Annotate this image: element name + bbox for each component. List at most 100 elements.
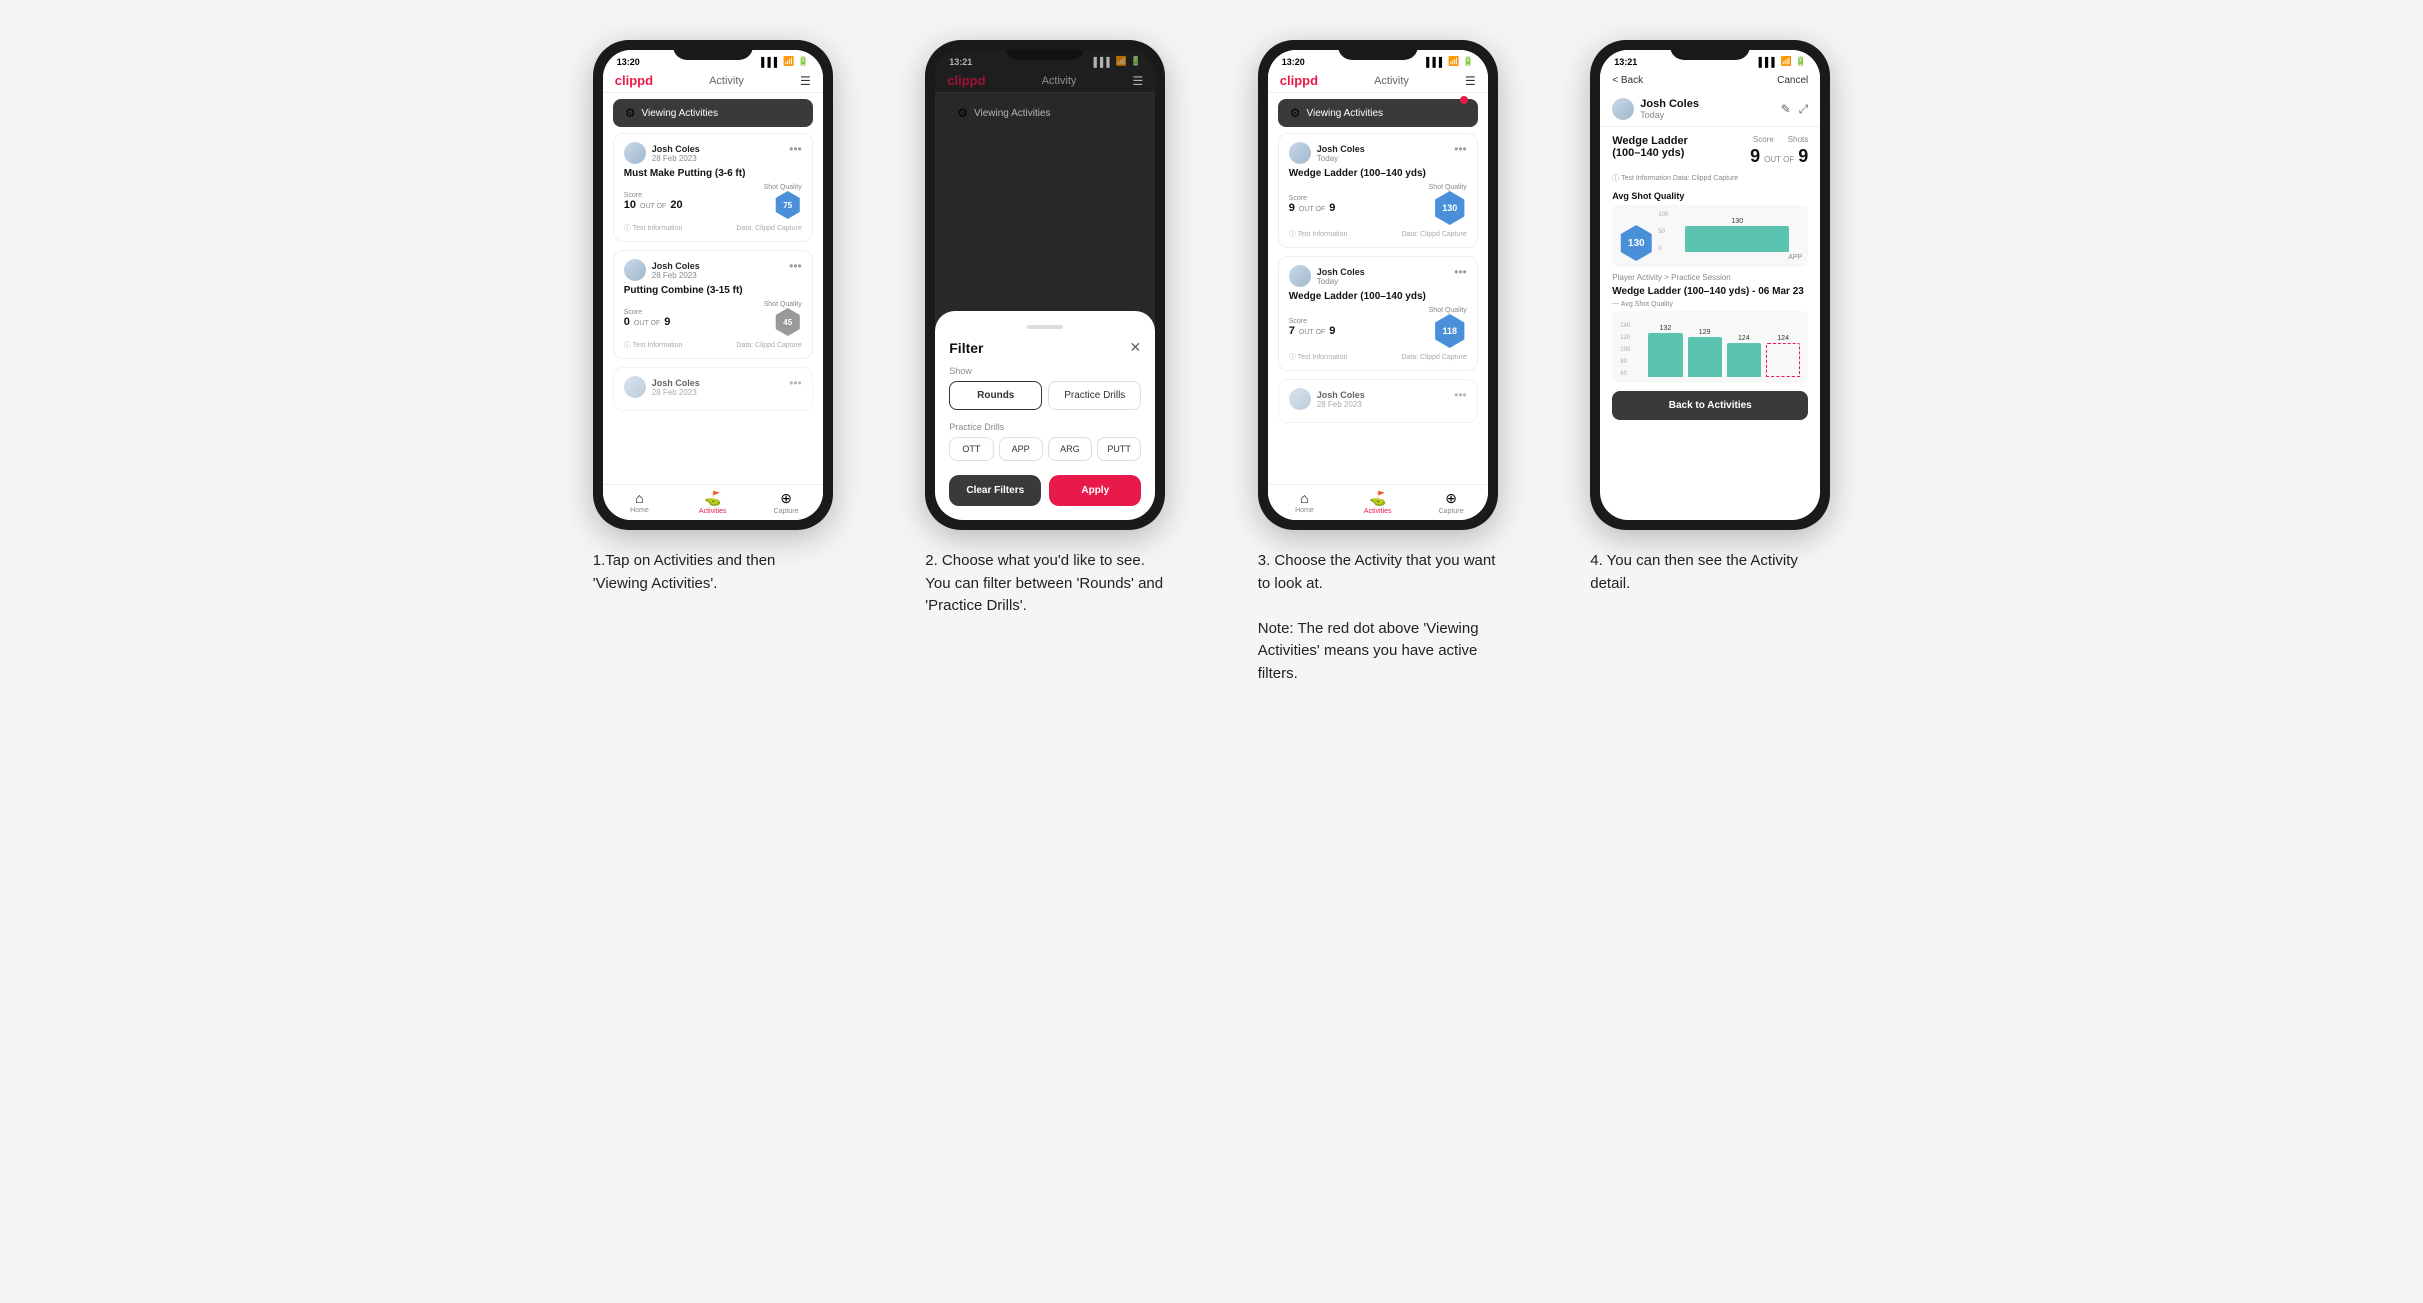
detail-user-name-4: Josh Coles bbox=[1640, 98, 1699, 110]
stats-row-1-2: Score 0 OUT OF 9 Shot Quality 45 bbox=[624, 301, 802, 336]
card-dots-1-2[interactable]: ••• bbox=[789, 259, 802, 273]
footer-right-1-1: Data: Clippd Capture bbox=[736, 225, 801, 232]
chart-x-label-4: APP bbox=[1658, 254, 1802, 261]
nav-activities-3[interactable]: ⛳ Activities bbox=[1341, 485, 1414, 520]
apply-btn-2[interactable]: Apply bbox=[1049, 475, 1141, 506]
test-info-4: ⓘ Test Information Data: Clippd Capture bbox=[1612, 173, 1808, 183]
capture-label-1: Capture bbox=[774, 508, 799, 515]
cancel-btn-4[interactable]: Cancel bbox=[1777, 75, 1808, 86]
phone-column-1: 13:20 ▌▌▌ 📶 🔋 clippd Activity ☰ ⚙ Vi bbox=[562, 40, 865, 595]
activity-card-1-2[interactable]: Josh Coles 28 Feb 2023 ••• Putting Combi… bbox=[613, 250, 813, 359]
clear-filters-btn-2[interactable]: Clear Filters bbox=[949, 475, 1041, 506]
stat-score-1-1: Score 10 OUT OF 20 bbox=[624, 192, 683, 211]
modal-handle-2 bbox=[1027, 325, 1063, 329]
app-header-1: clippd Activity ☰ bbox=[603, 69, 823, 93]
bar-group-4-3: 124 bbox=[1727, 335, 1761, 377]
signal-3: ▌▌▌ bbox=[1426, 57, 1445, 67]
phone-screen-2: 13:21 ▌▌▌ 📶 🔋 clippd Activity ☰ ⚙ Vi bbox=[935, 50, 1155, 520]
card-dots-1-3[interactable]: ••• bbox=[789, 376, 802, 390]
time-3: 13:20 bbox=[1282, 57, 1305, 67]
activity-card-1-3[interactable]: Josh Coles 28 Feb 2023 ••• bbox=[613, 367, 813, 411]
footer-right-1-2: Data: Clippd Capture bbox=[736, 342, 801, 349]
viewing-bar-text-3: Viewing Activities bbox=[1307, 108, 1384, 119]
user-name-1-1: Josh Coles bbox=[652, 144, 700, 154]
avatar-1-3 bbox=[624, 376, 646, 398]
nav-home-3[interactable]: ⌂ Home bbox=[1268, 485, 1341, 520]
score-row-1-2: 0 OUT OF 9 bbox=[624, 316, 671, 328]
drill-ott-2[interactable]: OTT bbox=[949, 437, 993, 461]
close-btn-2[interactable]: ✕ bbox=[1130, 339, 1142, 356]
card-footer-1-1: ⓘ Test Information Data: Clippd Capture bbox=[624, 223, 802, 233]
activity-card-3-1[interactable]: Josh Coles Today ••• Wedge Ladder (100–1… bbox=[1278, 133, 1478, 248]
detail-shots-4: 9 bbox=[1798, 146, 1808, 167]
detail-actions-4: ✎ ⤢ bbox=[1781, 102, 1809, 117]
toggle-row-2: Rounds Practice Drills bbox=[949, 381, 1141, 410]
avatar-row-1-2: Josh Coles 28 Feb 2023 bbox=[624, 259, 700, 281]
practice-session-4: Player Activity > Practice Session bbox=[1612, 273, 1808, 282]
drill-arg-2[interactable]: ARG bbox=[1048, 437, 1092, 461]
menu-icon-3[interactable]: ☰ bbox=[1465, 74, 1476, 88]
logo-3: clippd bbox=[1280, 73, 1318, 88]
back-activities-btn-4[interactable]: Back to Activities bbox=[1612, 391, 1808, 420]
detail-user-date-4: Today bbox=[1640, 110, 1699, 120]
edit-icon-4[interactable]: ✎ bbox=[1781, 102, 1791, 117]
desc-4: 4. You can then see the Activity detail. bbox=[1590, 550, 1830, 595]
red-dot-3 bbox=[1460, 96, 1468, 104]
activities-icon-1: ⛳ bbox=[704, 490, 721, 507]
phone-3: 13:20 ▌▌▌ 📶 🔋 clippd Activity ☰ ⚙ Vi bbox=[1258, 40, 1498, 530]
drill-title-3-2: Wedge Ladder (100–140 yds) bbox=[1289, 291, 1467, 302]
bar-group-4-2: 129 bbox=[1688, 329, 1722, 377]
avatar-row-3-3: Josh Coles 28 Feb 2023 bbox=[1289, 388, 1365, 410]
time-4: 13:21 bbox=[1614, 57, 1637, 67]
phone-notch-3 bbox=[1338, 40, 1418, 60]
viewing-bar-1[interactable]: ⚙ Viewing Activities bbox=[613, 99, 813, 127]
capture-label-3: Capture bbox=[1439, 508, 1464, 515]
chart-bar-4 bbox=[1685, 226, 1789, 252]
phone-column-3: 13:20 ▌▌▌ 📶 🔋 clippd Activity ☰ ⚙ Vi bbox=[1227, 40, 1530, 685]
activity-card-1-1[interactable]: Josh Coles 28 Feb 2023 ••• Must Make Put… bbox=[613, 133, 813, 242]
activity-card-3-2[interactable]: Josh Coles Today ••• Wedge Ladder (100–1… bbox=[1278, 256, 1478, 371]
hexagon-3-1: 130 bbox=[1433, 191, 1467, 225]
card-header-1-3: Josh Coles 28 Feb 2023 ••• bbox=[624, 376, 802, 398]
bottom-nav-1: ⌂ Home ⛳ Activities ⊕ Capture bbox=[603, 484, 823, 520]
status-icons-1: ▌▌▌ 📶 🔋 bbox=[761, 56, 809, 67]
expand-icon-4[interactable]: ⤢ bbox=[1799, 102, 1809, 117]
filter-title-2: Filter bbox=[949, 340, 983, 356]
session-title-4: Wedge Ladder (100–140 yds) - 06 Mar 23 bbox=[1612, 286, 1808, 297]
nav-activities-1[interactable]: ⛳ Activities bbox=[676, 485, 749, 520]
nav-home-1[interactable]: ⌂ Home bbox=[603, 485, 676, 520]
bar-4-1 bbox=[1648, 333, 1682, 377]
drill-app-2[interactable]: APP bbox=[999, 437, 1043, 461]
user-date-1-2: 28 Feb 2023 bbox=[652, 271, 700, 280]
avatar-row-1-3: Josh Coles 28 Feb 2023 bbox=[624, 376, 700, 398]
toggle-practice-2[interactable]: Practice Drills bbox=[1048, 381, 1141, 410]
chart-bar-value-4: 130 bbox=[1672, 218, 1802, 225]
viewing-bar-3[interactable]: ⚙ Viewing Activities bbox=[1278, 99, 1478, 127]
status-icons-4: ▌▌▌ 📶 🔋 bbox=[1759, 56, 1807, 67]
detail-drill-title-4: Wedge Ladder (100–140 yds) bbox=[1612, 135, 1750, 159]
card-dots-3-1[interactable]: ••• bbox=[1454, 142, 1467, 156]
card-dots-3-2[interactable]: ••• bbox=[1454, 265, 1467, 279]
practice-label-2: Practice Drills bbox=[949, 422, 1141, 432]
phone-screen-3: 13:20 ▌▌▌ 📶 🔋 clippd Activity ☰ ⚙ Vi bbox=[1268, 50, 1488, 520]
nav-capture-1[interactable]: ⊕ Capture bbox=[749, 485, 822, 520]
home-label-1: Home bbox=[630, 507, 649, 514]
drill-putt-2[interactable]: PUTT bbox=[1097, 437, 1141, 461]
drill-title-1-1: Must Make Putting (3-6 ft) bbox=[624, 168, 802, 179]
menu-icon-1[interactable]: ☰ bbox=[800, 74, 811, 88]
chart-hex-4: 130 bbox=[1618, 225, 1654, 261]
nav-capture-3[interactable]: ⊕ Capture bbox=[1414, 485, 1487, 520]
phone-notch-1 bbox=[673, 40, 753, 60]
footer-left-1-2: ⓘ Test Information bbox=[624, 340, 683, 350]
card-dots-1-1[interactable]: ••• bbox=[789, 142, 802, 156]
activity-card-3-3[interactable]: Josh Coles 28 Feb 2023 ••• bbox=[1278, 379, 1478, 423]
battery-3: 🔋 bbox=[1463, 56, 1474, 67]
card-dots-3-3[interactable]: ••• bbox=[1454, 388, 1467, 402]
detail-header-4: < Back Cancel bbox=[1600, 69, 1820, 92]
desc-3: 3. Choose the Activity that you want to … bbox=[1258, 550, 1498, 685]
mini-chart-bar-row-4: 100 50 0 130 bbox=[1658, 212, 1802, 252]
toggle-rounds-2[interactable]: Rounds bbox=[949, 381, 1042, 410]
user-info-3-2: Josh Coles Today bbox=[1317, 267, 1365, 286]
back-btn-4[interactable]: < Back bbox=[1612, 75, 1643, 86]
stat-score-3-1: Score 9 OUT OF 9 bbox=[1289, 195, 1336, 214]
